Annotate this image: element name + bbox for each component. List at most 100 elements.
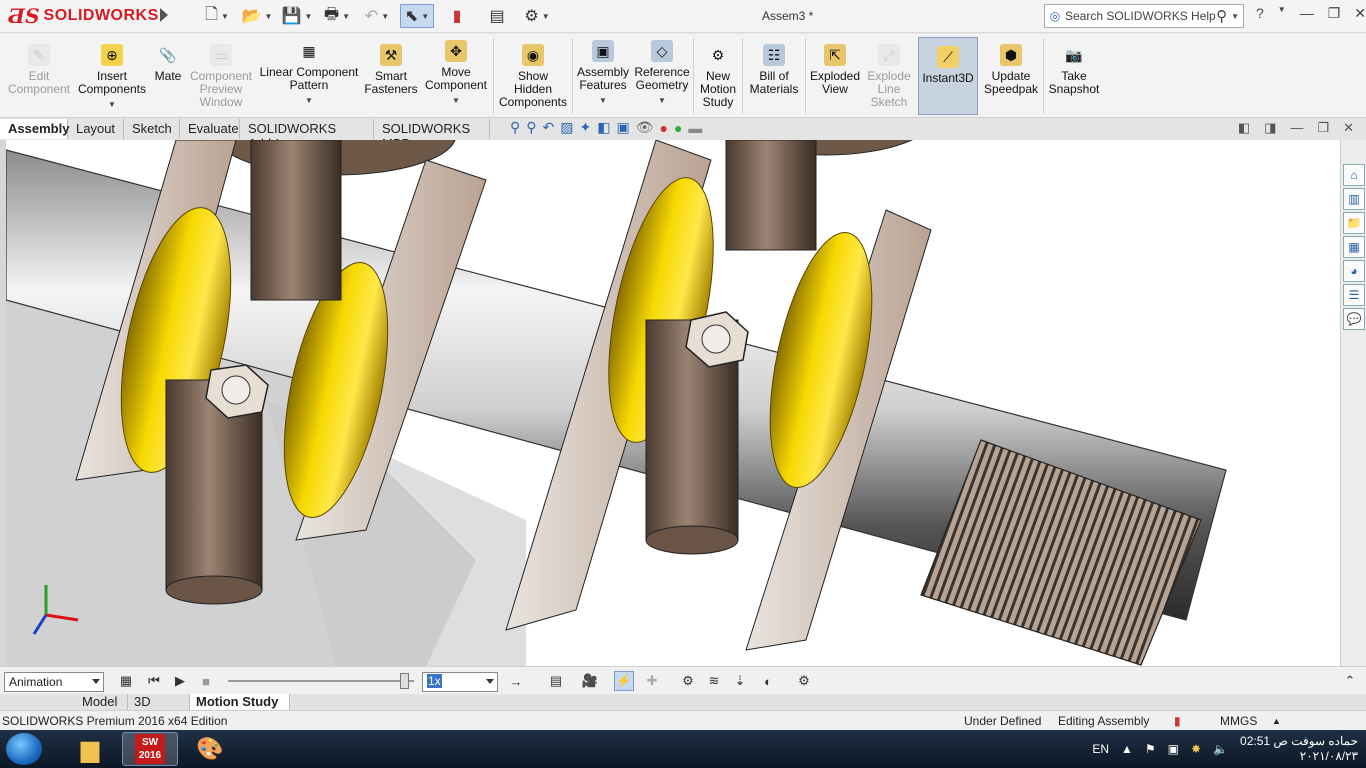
view-palette-icon[interactable]: ▦	[1343, 236, 1365, 258]
save-button[interactable]: 💾 ▼	[280, 4, 314, 28]
instant3d-button[interactable]: ⟋ Instant3D	[918, 37, 978, 115]
action-center-icon[interactable]: ⚑	[1145, 742, 1156, 756]
restore-icon[interactable]: ❐	[1328, 5, 1341, 22]
collapse-left-icon[interactable]: ◧	[1238, 120, 1250, 136]
help-search[interactable]: ◎ Search SOLIDWORKS Help ⚲ ▼	[1044, 4, 1244, 28]
show-hidden-components-button[interactable]: ◉ Show Hidden Components	[496, 36, 570, 116]
design-library-icon[interactable]: ▥	[1343, 188, 1365, 210]
dropdown-icon[interactable]: ▼	[108, 98, 116, 111]
tab-solidworks-mbd[interactable]: SOLIDWORKS MBD	[374, 119, 490, 151]
linear-component-pattern-button[interactable]: ▦ Linear Component Pattern ▼	[258, 36, 360, 116]
tab-model[interactable]: Model	[76, 694, 128, 710]
minimize-icon[interactable]: —	[1300, 5, 1314, 22]
edit-component-button[interactable]: ✎ Edit Component	[4, 36, 74, 116]
play-icon[interactable]: ▶	[170, 671, 190, 691]
spring-icon[interactable]: ≋	[704, 671, 724, 691]
units-menu-icon[interactable]: ▲	[1272, 716, 1281, 726]
apply-scene-icon[interactable]: ●	[674, 120, 682, 136]
dropdown-icon[interactable]: ▼	[305, 94, 313, 107]
tab-evaluate[interactable]: Evaluate	[180, 119, 240, 139]
language-indicator[interactable]: EN	[1092, 742, 1109, 756]
slider-thumb[interactable]	[400, 673, 409, 689]
display-style-icon[interactable]: ▣	[616, 119, 629, 136]
viewport-close-icon[interactable]: ✕	[1343, 120, 1354, 136]
calculate-icon[interactable]: ▦	[116, 671, 136, 691]
rebuild-status-icon[interactable]: ▮	[1174, 714, 1181, 728]
home-icon[interactable]: ⌂	[1343, 164, 1365, 186]
playback-mode-icon[interactable]: →	[506, 671, 526, 691]
smart-fasteners-button[interactable]: ⚒ Smart Fasteners	[362, 36, 420, 116]
bill-of-materials-button[interactable]: ☷ Bill of Materials	[746, 36, 802, 116]
reference-geometry-button[interactable]: ◇ Reference Geometry ▼	[633, 36, 691, 116]
search-input[interactable]: Search SOLIDWORKS Help	[1065, 9, 1216, 23]
contact-icon[interactable]: ◐	[758, 671, 778, 691]
rebuild-button[interactable]: ▮	[440, 4, 474, 28]
tab-3d-views[interactable]: 3D Views	[128, 694, 190, 724]
undo-button[interactable]: ↶ ▼	[360, 4, 394, 28]
volume-icon[interactable]: 🔈	[1213, 742, 1228, 756]
forum-icon[interactable]: 💬	[1343, 308, 1365, 330]
mate-button[interactable]: 📎 Mate	[150, 36, 186, 116]
crankshaft-model[interactable]	[6, 140, 1340, 666]
view-orientation-icon[interactable]: ◧	[597, 119, 610, 136]
search-dropdown-icon[interactable]: ▼	[1231, 12, 1239, 21]
dropdown-icon[interactable]: ▼	[452, 94, 460, 107]
solidworks-logo[interactable]: ƋS SOLIDWORKS	[8, 4, 159, 28]
exploded-view-button[interactable]: ⇱ Exploded View	[808, 36, 862, 116]
move-component-button[interactable]: ✥ Move Component ▼	[422, 36, 490, 116]
animation-wizard-icon[interactable]: 🎥	[580, 671, 600, 691]
take-snapshot-button[interactable]: 📷 Take Snapshot	[1046, 36, 1102, 116]
zoom-to-area-icon[interactable]: ⚲	[526, 119, 536, 136]
search-icon[interactable]: ⚲	[1216, 7, 1227, 25]
insert-components-button[interactable]: ⊕ Insert Components ▼	[76, 36, 148, 116]
close-icon[interactable]: ✕	[1354, 5, 1366, 22]
new-document-button[interactable]: 🗋 ▼	[200, 4, 234, 28]
appearances-icon[interactable]: ◕	[1343, 260, 1365, 282]
play-from-start-icon[interactable]: ⏮	[144, 671, 164, 691]
collapse-right-icon[interactable]: ◨	[1264, 120, 1276, 136]
motor-icon[interactable]: ⚙	[678, 671, 698, 691]
explode-line-sketch-button[interactable]: ⤢ Explode Line Sketch	[864, 36, 914, 116]
previous-view-icon[interactable]: ↶	[543, 119, 555, 136]
component-preview-window-button[interactable]: ▭ Component Preview Window	[188, 36, 254, 116]
damper-icon[interactable]: ⇣	[730, 671, 750, 691]
help-button[interactable]: ?	[1256, 5, 1264, 22]
hide-show-items-icon[interactable]: 👁	[636, 119, 654, 136]
zoom-to-fit-icon[interactable]: ⚲	[510, 119, 520, 136]
playback-slider[interactable]	[228, 673, 414, 689]
help-dropdown-icon[interactable]: ▼	[1278, 5, 1286, 22]
file-properties-button[interactable]: ▤	[480, 4, 514, 28]
assembly-features-button[interactable]: ▣ Assembly Features ▼	[575, 36, 631, 116]
file-explorer-taskbar-button[interactable]: ▆	[62, 732, 118, 766]
graphics-area[interactable]	[6, 140, 1340, 666]
add-key-icon[interactable]: ✚	[642, 671, 662, 691]
study-type-select[interactable]: Animation	[4, 672, 104, 692]
tab-motion-study-1[interactable]: Motion Study 1	[190, 694, 290, 724]
section-view-icon[interactable]: ▨	[560, 119, 573, 136]
update-speedpak-button[interactable]: ⬢ Update Speedpak	[982, 36, 1040, 116]
autokey-icon[interactable]: ⚡	[614, 671, 634, 691]
tab-solidworks-add-ins[interactable]: SOLIDWORKS Add-Ins	[240, 119, 374, 151]
viewport-minimize-icon[interactable]: —	[1290, 120, 1303, 136]
stop-icon[interactable]: ■	[196, 671, 216, 691]
unit-system[interactable]: MMGS	[1220, 714, 1257, 728]
motion-study-properties-icon[interactable]: ⚙	[794, 671, 814, 691]
dynamic-annotation-icon[interactable]: ✦	[580, 119, 592, 136]
viewport-restore-icon[interactable]: ❐	[1317, 120, 1329, 136]
save-animation-icon[interactable]: ▤	[546, 671, 566, 691]
notification-icon[interactable]: ✸	[1191, 742, 1201, 756]
tab-assembly[interactable]: Assembly	[0, 119, 69, 139]
print-button[interactable]: 🖶 ▼	[320, 4, 354, 28]
start-button[interactable]	[6, 733, 42, 765]
edit-appearance-icon[interactable]: ●	[659, 120, 667, 136]
paint-taskbar-button[interactable]: 🎨	[182, 732, 238, 766]
new-motion-study-button[interactable]: ⚙ New Motion Study	[696, 36, 740, 116]
menu-expand-icon[interactable]	[160, 8, 168, 22]
view-settings-icon[interactable]: ▬	[688, 120, 702, 136]
playback-speed-select[interactable]: 1x	[422, 672, 498, 692]
dropdown-icon[interactable]: ▼	[658, 94, 666, 107]
clock[interactable]: 02:51 حماده سوفت ص ۲۰۲۱/۰۸/۲۳	[1240, 734, 1358, 764]
file-explorer-icon[interactable]: 📁	[1343, 212, 1365, 234]
network-icon[interactable]: ▣	[1168, 742, 1179, 756]
collapse-motion-manager-icon[interactable]: ⌃	[1340, 671, 1360, 691]
